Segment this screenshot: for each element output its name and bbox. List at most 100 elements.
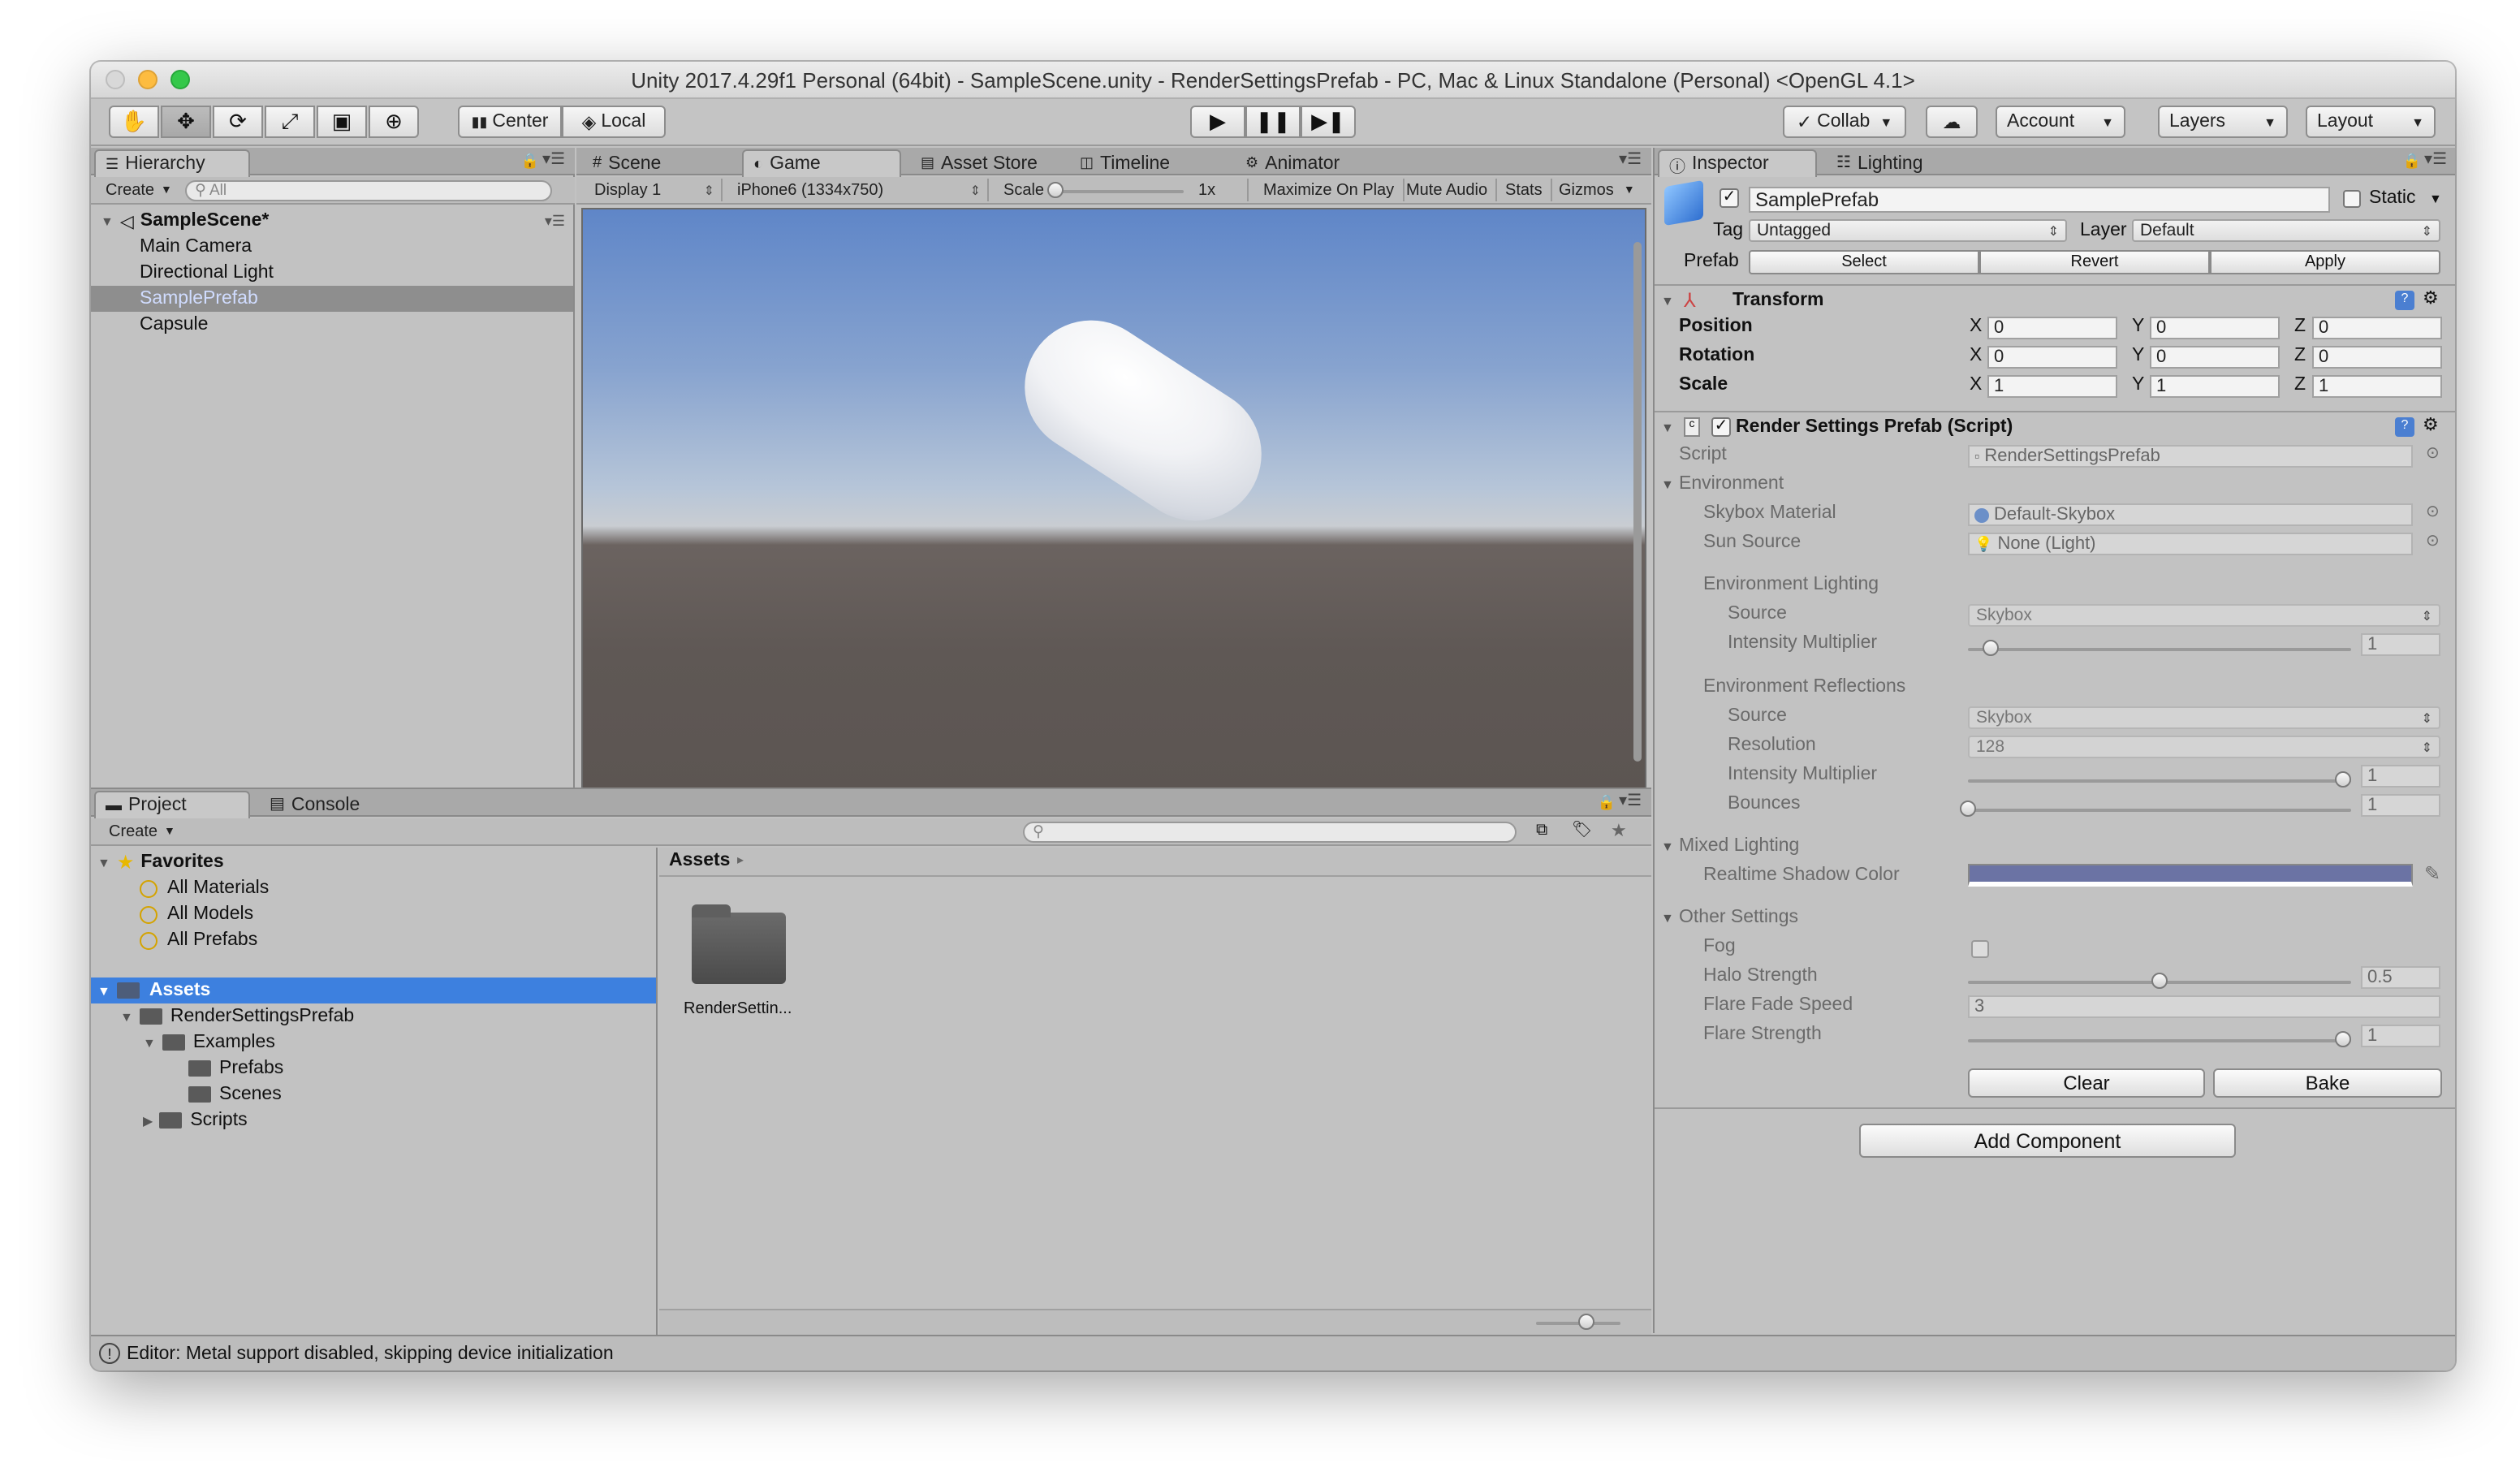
transform-x-input[interactable]: 1 [1987,375,2117,398]
sun-source-field[interactable]: 💡 None (Light) [1968,533,2413,555]
object-name-input[interactable]: SamplePrefab [1749,187,2330,213]
transform-x-input[interactable]: 0 [1987,317,2117,339]
hierarchy-create-button[interactable]: Create ▼ [97,179,180,201]
refl-intensity-field[interactable]: 1 [2361,765,2440,788]
refl-intensity-slider-track[interactable] [1968,779,2351,783]
status-message[interactable]: Editor: Metal support disabled, skipping… [127,1344,614,1363]
flare-strength-slider-thumb[interactable] [2335,1031,2352,1047]
environment-foldout-icon[interactable]: ▼ [1661,477,1674,492]
move-icon[interactable]: ✥ [161,106,211,138]
filter-by-label-icon[interactable]: 🏷 [1572,822,1592,839]
axis-y-label[interactable]: Y [2132,375,2144,395]
flare-strength-slider-track[interactable] [1968,1039,2351,1042]
folder-thumbnail-icon[interactable] [692,904,786,984]
transform-z-input[interactable]: 1 [2312,375,2442,398]
game-viewport[interactable] [581,208,1646,844]
add-component-button[interactable]: Add Component [1859,1124,2236,1158]
bounces-slider-track[interactable] [1968,809,2351,812]
bounces-slider-thumb[interactable] [1960,801,1976,817]
tree-folder[interactable]: Prefabs [188,1055,283,1081]
breadcrumb-assets[interactable]: Assets [669,851,730,870]
axis-x-label[interactable]: X [1970,317,1982,336]
axis-z-label[interactable]: Z [2294,375,2306,395]
vertical-scrollbar[interactable] [1633,242,1642,762]
object-picker-icon[interactable]: ⊙ [2426,503,2440,521]
script-foldout-icon[interactable]: ▼ [1661,421,1674,435]
tag-dropdown[interactable]: Untagged ⇕ [1749,219,2067,242]
panel-menu-icon[interactable]: ▾☰ [542,151,565,169]
pause-icon[interactable]: ❚❚ [1245,106,1301,138]
axis-x-label[interactable]: X [1970,375,1982,395]
prefab-revert-button[interactable]: Revert [1979,250,2210,274]
axis-z-label[interactable]: Z [2294,317,2306,336]
cloud-icon[interactable]: ☁ [1926,106,1978,138]
tree-folder[interactable]: ▶ Scripts [143,1107,248,1133]
hierarchy-search-input[interactable]: ⚲ All [185,180,552,201]
lock-icon[interactable]: 🔒 [2403,153,2421,170]
tree-folder[interactable]: Scenes [188,1081,282,1107]
capsule-object[interactable] [999,295,1288,546]
project-create-button[interactable]: Create ▼ [101,820,183,843]
intensity-slider-track[interactable] [1968,648,2351,651]
filter-by-type-icon[interactable]: ⧉ [1536,822,1547,839]
axis-y-label[interactable]: Y [2132,346,2144,365]
tab-lighting[interactable]: ☷ Lighting [1827,149,1973,177]
script-enabled-checkbox[interactable]: ✓ [1711,417,1731,437]
account-dropdown[interactable]: Account ▼ [1996,106,2125,138]
fog-checkbox[interactable] [1971,940,1989,958]
tab-hierarchy[interactable]: ☰ Hierarchy [94,149,250,177]
transform-y-input[interactable]: 0 [2150,346,2280,369]
tab-scene[interactable]: # Scene [583,149,729,177]
eyedropper-icon[interactable]: ✎ [2424,862,2440,885]
active-checkbox[interactable]: ✓ [1720,188,1739,208]
collab-dropdown[interactable]: ✓ Collab ▼ [1783,106,1906,138]
object-picker-icon[interactable]: ⊙ [2426,445,2440,463]
static-checkbox[interactable] [2343,190,2361,208]
assets-folder-selected[interactable]: ▼ Assets [91,978,656,1003]
scale-icon[interactable]: ⤢ [265,106,315,138]
clear-button[interactable]: Clear [1968,1068,2205,1098]
tree-folder[interactable]: ▼ Examples [143,1029,275,1055]
flare-fade-field[interactable]: 3 [1968,995,2440,1018]
favorite-item[interactable]: All Models [140,901,253,927]
axis-z-label[interactable]: Z [2294,346,2306,365]
transform-y-input[interactable]: 0 [2150,317,2280,339]
hierarchy-item[interactable]: Main Camera [140,234,252,260]
object-picker-icon[interactable]: ⊙ [2426,533,2440,550]
lock-icon[interactable]: 🔒 [1598,794,1616,812]
bounces-field[interactable]: 1 [2361,794,2440,817]
halo-field[interactable]: 0.5 [2361,966,2440,989]
tab-inspector[interactable]: ⓘ Inspector [1658,149,1817,177]
axis-y-label[interactable]: Y [2132,317,2144,336]
rect-icon[interactable]: ▣ [317,106,367,138]
refl-intensity-slider-thumb[interactable] [2335,771,2352,788]
prefab-select-button[interactable]: Select [1749,250,1979,274]
axis-x-label[interactable]: X [1970,346,1982,365]
maximize-on-play-toggle[interactable]: Maximize On Play [1255,179,1405,201]
favorites-header[interactable]: ▼ ★ Favorites [97,849,224,875]
step-icon[interactable]: ▶❚ [1301,106,1356,138]
flare-strength-field[interactable]: 1 [2361,1025,2440,1047]
help-book-icon[interactable]: ? [2395,291,2414,310]
layout-dropdown[interactable]: Layout ▼ [2306,106,2436,138]
mixed-lighting-foldout-icon[interactable]: ▼ [1661,839,1674,854]
tab-project[interactable]: ▬ Project [94,791,250,818]
lock-icon[interactable]: 🔒 [521,153,539,170]
intensity-slider-thumb[interactable] [1983,640,2000,656]
shadow-color-swatch[interactable] [1968,864,2413,887]
scale-slider-thumb[interactable] [1047,182,1064,198]
layers-dropdown[interactable]: Layers ▼ [2158,106,2288,138]
resolution-dropdown[interactable]: iPhone6 (1334x750) ⇕ [729,179,989,201]
tree-folder[interactable]: ▼ RenderSettingsPrefab [120,1003,354,1029]
thumbnail-size-thumb[interactable] [1578,1314,1594,1330]
scene-root[interactable]: ▼ ◁ SampleScene* ▾☰ [94,208,575,234]
transform-z-input[interactable]: 0 [2312,317,2442,339]
favorite-star-icon[interactable]: ★ [1611,820,1627,841]
hierarchy-item-selected[interactable]: SamplePrefab [91,286,573,312]
pivot-center-button[interactable]: ▮▮ Center [458,106,562,138]
panel-menu-icon[interactable]: ▾☰ [1619,151,1642,169]
display-dropdown[interactable]: Display 1 ⇕ [586,179,723,201]
gear-icon[interactable]: ⚙ [2423,414,2439,435]
scale-slider-track[interactable] [1054,190,1184,193]
tab-timeline[interactable]: ◫ Timeline [1070,149,1232,177]
